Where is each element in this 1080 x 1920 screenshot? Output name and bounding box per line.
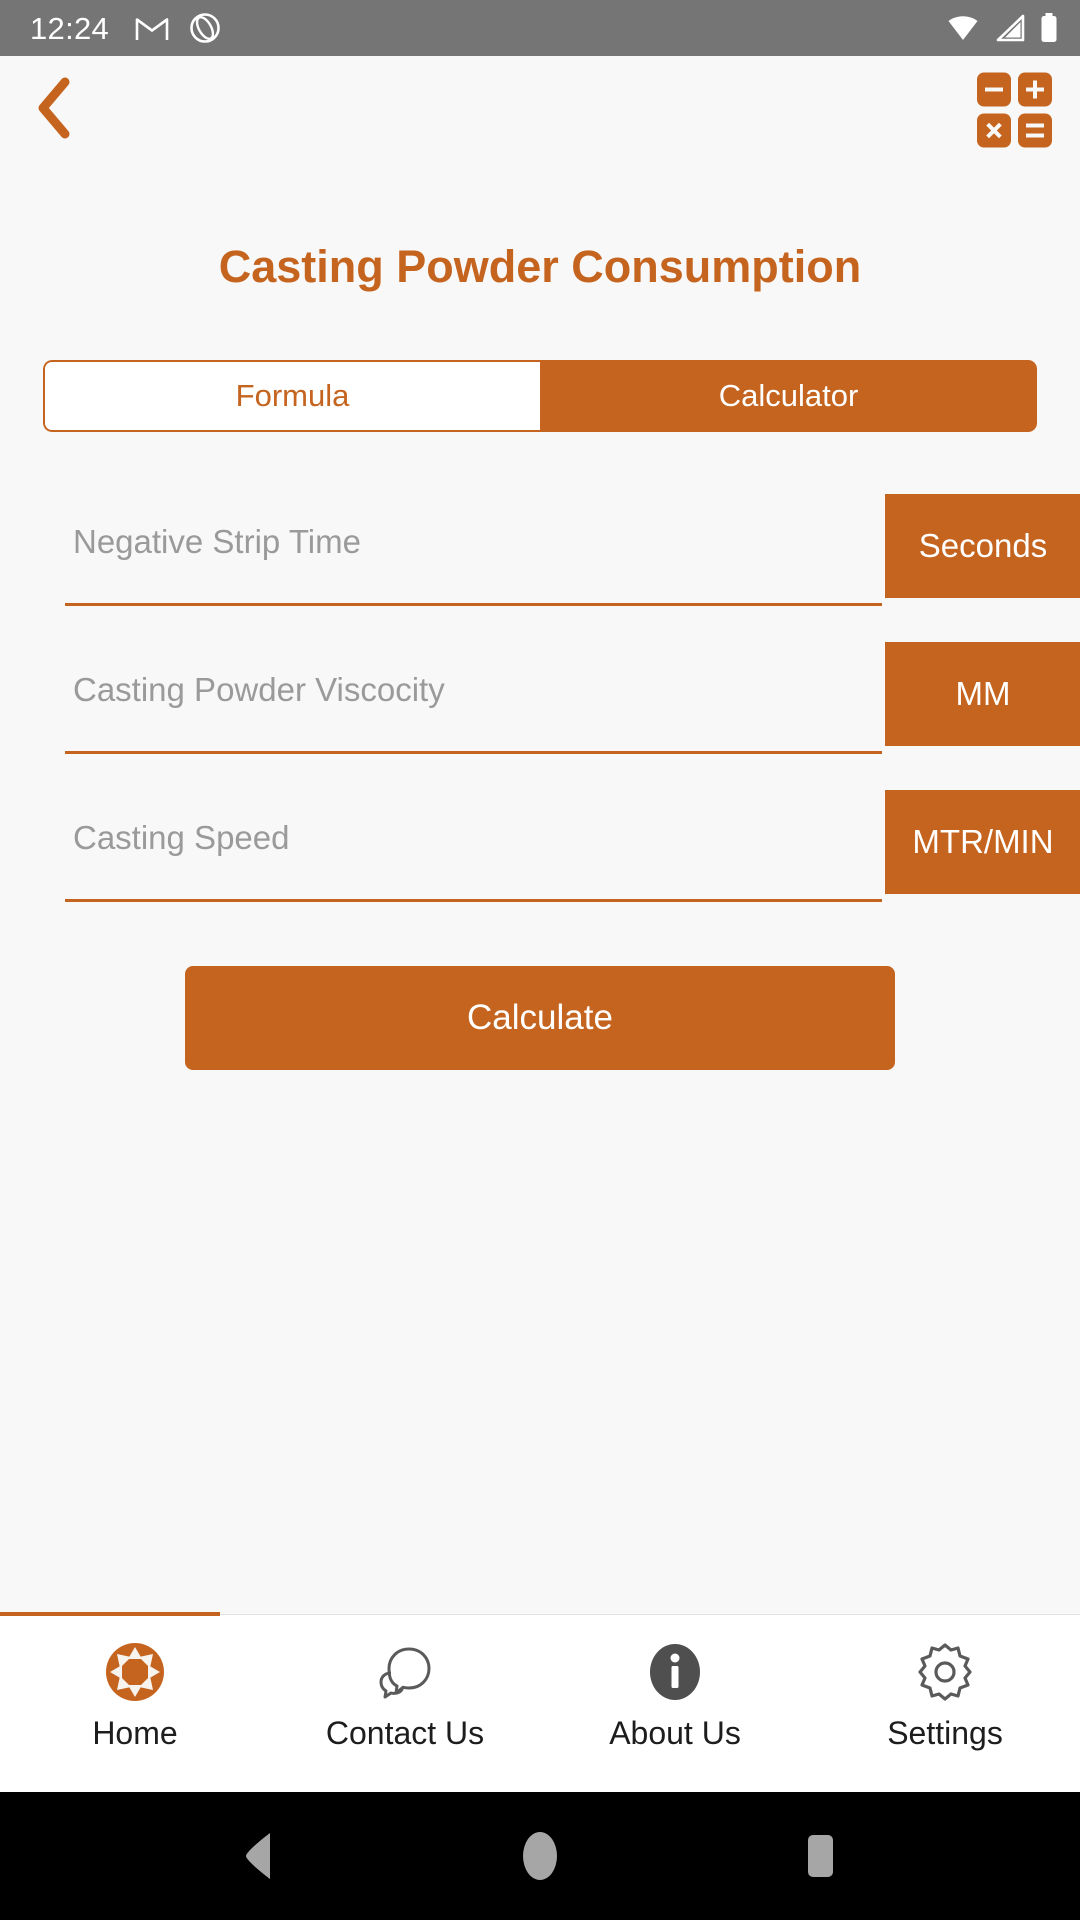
calculator-icon[interactable] (977, 72, 1052, 148)
casting-speed-input[interactable] (65, 784, 882, 902)
cellular-signal-icon (994, 14, 1026, 42)
field-row-casting-speed: MTR/MIN (65, 784, 1080, 902)
unit-badge-mm-label: MM (955, 675, 1011, 712)
nav-item-about-us[interactable]: About Us (540, 1615, 810, 1752)
status-bar: 12:24 (0, 0, 1080, 56)
android-back-button[interactable] (215, 1811, 305, 1901)
nav-item-settings[interactable]: Settings (810, 1615, 1080, 1752)
calculator-key-minus-icon (977, 72, 1011, 107)
unit-badge-seconds-label: Seconds (918, 527, 1048, 564)
android-home-button[interactable] (495, 1811, 585, 1901)
nav-item-settings-label: Settings (887, 1715, 1003, 1751)
unit-badge-seconds[interactable]: Seconds (885, 494, 1080, 598)
calculate-button[interactable]: Calculate (185, 966, 895, 1070)
chat-bubble-icon (374, 1641, 436, 1703)
calculator-key-multiply-icon (977, 113, 1011, 148)
tab-formula-label: Formula (235, 378, 350, 413)
wifi-icon (946, 14, 980, 42)
field-row-negative-strip-time: Seconds (65, 488, 1080, 606)
casting-powder-viscocity-input[interactable] (65, 636, 882, 754)
page-title: Casting Powder Consumption (218, 241, 862, 292)
gmail-icon (135, 14, 169, 42)
android-navigation-bar (0, 1792, 1080, 1920)
tab-bar: Formula Calculator (43, 360, 1037, 432)
gear-icon (914, 1641, 976, 1703)
nav-item-contact-us-label: Contact Us (325, 1715, 485, 1751)
field-row-casting-powder-viscocity: MM (65, 636, 1080, 754)
status-bar-system-icons (946, 13, 1058, 43)
aperture-icon (104, 1641, 166, 1703)
tab-calculator-label: Calculator (718, 378, 859, 413)
back-button[interactable] (14, 70, 94, 150)
bottom-nav-active-indicator (0, 1612, 220, 1616)
main-content: Casting Powder Consumption Formula Calcu… (0, 164, 1080, 1614)
phone-screen: 12:24 Casting Powder Consumption Formula… (0, 0, 1080, 1920)
negative-strip-time-input[interactable] (65, 488, 882, 606)
unit-badge-mtr-min[interactable]: MTR/MIN (885, 790, 1080, 894)
nav-item-about-us-label: About Us (609, 1715, 741, 1751)
nav-item-home-label: Home (92, 1715, 178, 1751)
calculator-key-equals-icon (1018, 113, 1052, 148)
status-bar-notification-icons (135, 12, 221, 44)
input-fields: Seconds MM MTR/MIN (0, 488, 1080, 902)
calculator-key-plus-icon (1018, 72, 1052, 107)
tab-calculator[interactable]: Calculator (540, 360, 1037, 432)
tab-formula[interactable]: Formula (43, 360, 540, 432)
bottom-navigation: Home Contact Us About Us Settings (0, 1612, 1080, 1792)
nav-item-home[interactable]: Home (0, 1615, 270, 1752)
chevron-left-icon (32, 76, 76, 145)
info-circle-icon (646, 1641, 704, 1703)
unit-badge-mtr-min-label: MTR/MIN (912, 823, 1054, 860)
nav-item-contact-us[interactable]: Contact Us (270, 1615, 540, 1752)
battery-icon (1040, 13, 1058, 43)
android-recents-button[interactable] (775, 1811, 865, 1901)
unit-badge-mm[interactable]: MM (885, 642, 1080, 746)
app-bar (0, 56, 1080, 164)
status-clock: 12:24 (30, 10, 110, 46)
camera-aperture-icon (189, 12, 221, 44)
